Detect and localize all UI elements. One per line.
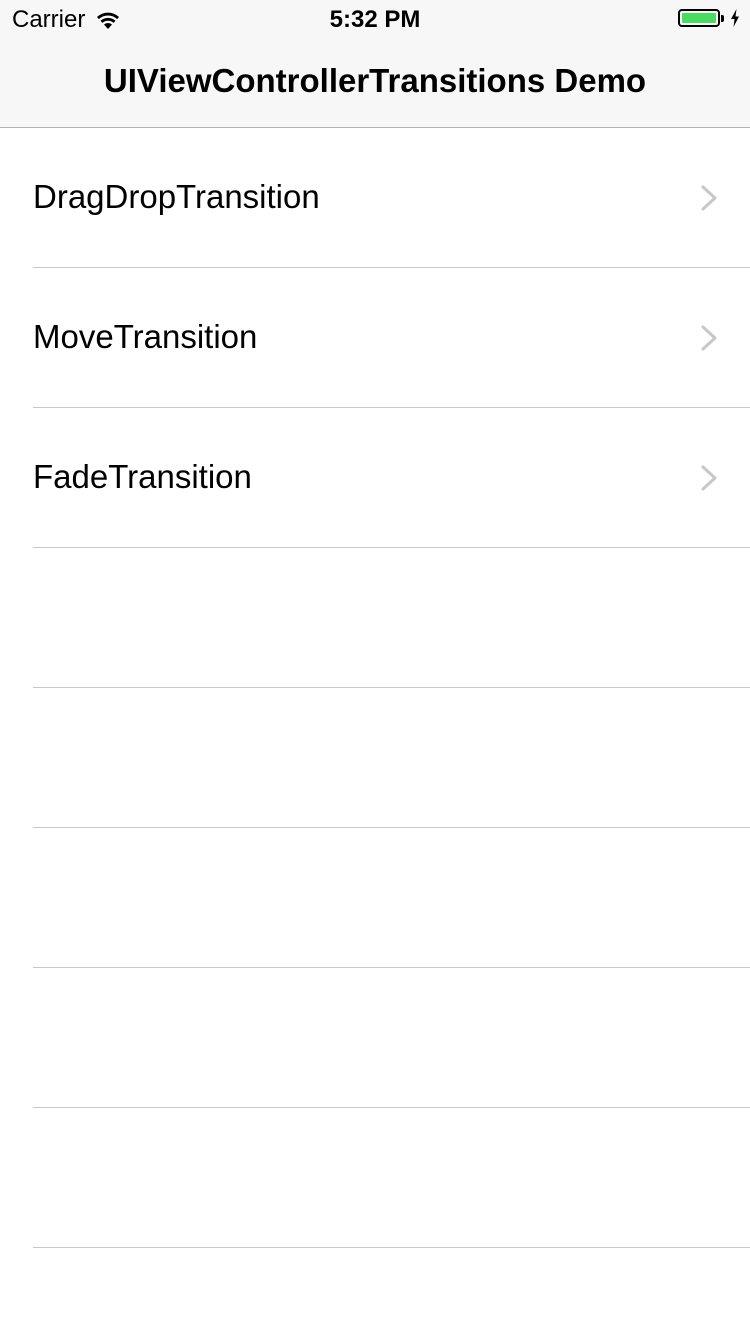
table-row-fadetransition[interactable]: FadeTransition [0,408,750,548]
battery-tip [721,14,724,22]
row-label: MoveTransition [33,318,258,355]
empty-table-row [0,688,750,828]
table-row-movetransition[interactable]: MoveTransition [0,268,750,408]
transitions-table: DragDropTransition MoveTransition FadeTr… [0,128,750,1248]
empty-table-row [0,968,750,1108]
row-separator [33,1247,750,1248]
battery-indicator [678,9,740,27]
chevron-right-icon [701,185,717,211]
table-row-dragdroptransition[interactable]: DragDropTransition [0,128,750,268]
chevron-right-icon [701,465,717,491]
battery-icon [678,9,720,27]
status-bar: Carrier 5:32 PM [0,0,750,40]
empty-table-row [0,548,750,688]
status-time: 5:32 PM [329,6,421,33]
row-label: FadeTransition [33,458,252,495]
charging-bolt-icon [731,9,739,27]
row-label: DragDropTransition [33,178,320,215]
battery-level-fill [682,13,716,23]
page-title: UIViewControllerTransitions Demo [103,62,647,99]
empty-table-row [0,828,750,968]
navigation-bar: Carrier 5:32 PM UIViewControllerTransiti… [0,0,750,128]
chevron-right-icon [701,325,717,351]
empty-table-row [0,1108,750,1248]
